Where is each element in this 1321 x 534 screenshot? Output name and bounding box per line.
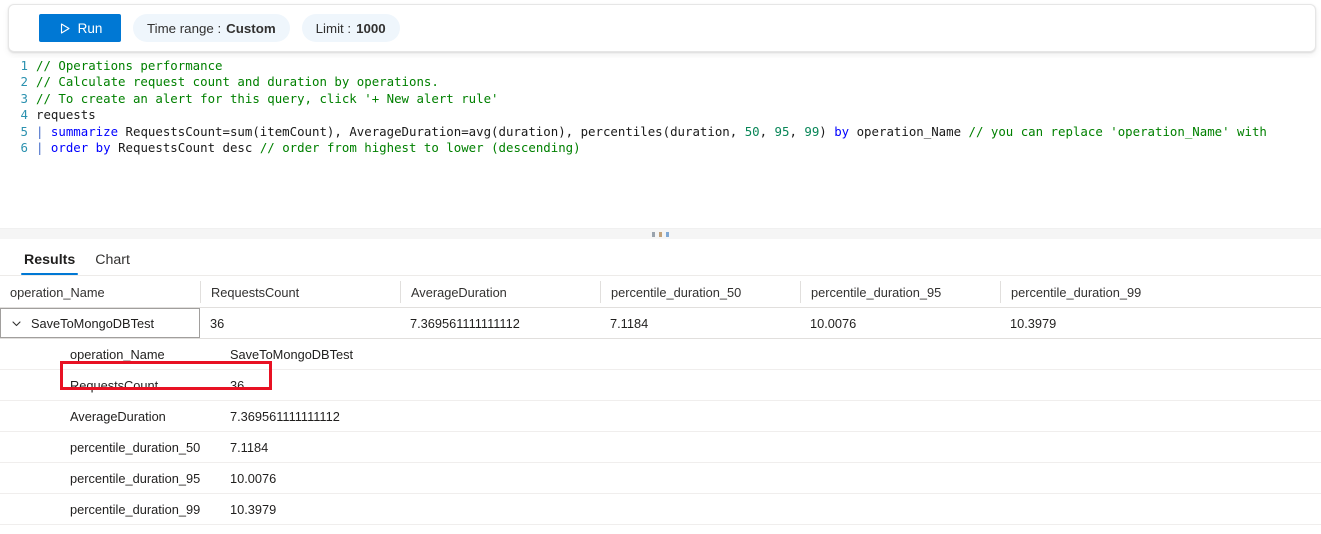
query-toolbar: Run Time range : Custom Limit : 1000 [8, 4, 1316, 52]
code-line: 3 // To create an alert for this query, c… [0, 91, 1321, 107]
column-header-RequestsCount[interactable]: RequestsCount [200, 281, 400, 303]
code-line: 1 // Operations performance [0, 58, 1321, 74]
code-text: | order by RequestsCount desc // order f… [36, 140, 581, 156]
detail-row: operation_Name SaveToMongoDBTest [0, 339, 1321, 370]
play-icon [58, 22, 71, 35]
line-number: 5 [20, 123, 28, 139]
grid-body: SaveToMongoDBTest 36 7.369561111111112 7.11… [0, 308, 1321, 525]
code-token: summarize [50, 123, 119, 139]
detail-row: RequestsCount 36 [0, 370, 1321, 401]
code-line: 5 | summarize RequestsCount=sum(itemCount… [0, 124, 1321, 140]
query-code-editor[interactable]: 1 // Operations performance 2 // Calculate … [0, 58, 1321, 218]
code-token: // Calculate request count and duration … [36, 74, 439, 90]
detail-key: percentile_duration_99 [70, 501, 201, 517]
detail-key: AverageDuration [70, 408, 166, 424]
detail-value: 7.1184 [230, 439, 269, 455]
panel-resize-handle[interactable] [0, 228, 1321, 239]
run-button[interactable]: Run [39, 14, 121, 42]
code-token: // Operations performance [36, 58, 223, 73]
code-token: // order from highest to lower (descendi… [259, 139, 581, 155]
code-token: // you can replace 'operation_Name' with [968, 123, 1267, 139]
limit-selector[interactable]: Limit : 1000 [301, 14, 400, 42]
detail-row: percentile_duration_95 10.0076 [0, 463, 1321, 494]
column-header-percentile_duration_95[interactable]: percentile_duration_95 [800, 281, 1000, 303]
column-header-AverageDuration[interactable]: AverageDuration [400, 281, 600, 303]
cell-percentile_duration_95[interactable]: 10.0076 [800, 308, 1000, 338]
line-number: 3 [20, 90, 28, 106]
code-token: , [789, 123, 805, 139]
cell-percentile_duration_99[interactable]: 10.3979 [1000, 308, 1200, 338]
detail-value: SaveToMongoDBTest [230, 346, 354, 362]
code-token: RequestsCount=sum(itemCount), AverageDur… [118, 123, 745, 139]
results-grid: operation_Name RequestsCount AverageDurati… [0, 277, 1321, 525]
code-line: 6 | order by RequestsCount desc // order … [0, 140, 1321, 156]
code-token: | [36, 123, 51, 139]
detail-key: percentile_duration_95 [70, 470, 201, 486]
code-line: 4 requests [0, 107, 1321, 123]
cell-AverageDuration[interactable]: 7.369561111111112 [400, 308, 600, 338]
line-number: 2 [20, 74, 28, 90]
code-token: by [834, 123, 850, 139]
line-number: 1 [20, 58, 28, 73]
detail-key: percentile_duration_50 [70, 439, 201, 455]
chevron-down-icon[interactable] [1, 318, 31, 329]
cell-operation_Name[interactable]: SaveToMongoDBTest [0, 308, 200, 338]
code-token: requests [36, 107, 96, 123]
time-range-value: Custom [226, 20, 276, 36]
column-header-percentile_duration_99[interactable]: percentile_duration_99 [1000, 281, 1200, 303]
code-token: ) [819, 123, 835, 139]
code-line: 2 // Calculate request count and duration… [0, 74, 1321, 90]
run-button-label: Run [77, 20, 103, 36]
detail-key: RequestsCount [70, 377, 159, 393]
code-text: // To create an alert for this query, cl… [36, 91, 499, 107]
code-token: 95 [774, 123, 790, 139]
code-token: operation_Name [849, 123, 969, 139]
table-row[interactable]: SaveToMongoDBTest 36 7.369561111111112 7.11… [0, 308, 1321, 339]
code-text: // Calculate request count and duration … [36, 74, 439, 90]
code-text: | summarize RequestsCount=sum(itemCount)… [36, 124, 1267, 140]
detail-value: 36 [230, 377, 245, 393]
tab-chart[interactable]: Chart [85, 252, 140, 275]
tab-results[interactable]: Results [14, 252, 85, 275]
cell-RequestsCount[interactable]: 36 [200, 308, 400, 338]
line-number: 4 [20, 107, 28, 123]
code-token: // To create an alert for this query, cl… [36, 90, 499, 106]
detail-row: percentile_duration_99 10.3979 [0, 494, 1321, 525]
code-token: | [36, 139, 51, 155]
code-token: , [759, 123, 775, 139]
detail-value: 10.3979 [230, 501, 277, 517]
column-header-operation_Name[interactable]: operation_Name [0, 281, 200, 303]
grip-dots-icon [652, 231, 669, 237]
time-range-selector[interactable]: Time range : Custom [133, 14, 290, 42]
column-header-percentile_duration_50[interactable]: percentile_duration_50 [600, 281, 800, 303]
code-text: // Operations performance [36, 58, 223, 74]
code-token: order by [50, 139, 111, 155]
code-token: RequestsCount desc [110, 139, 260, 155]
cell-text: SaveToMongoDBTest [31, 315, 155, 331]
detail-row: AverageDuration 7.369561111111112 [0, 401, 1321, 432]
code-token: 99 [804, 123, 820, 139]
detail-key: operation_Name [70, 346, 165, 362]
cell-percentile_duration_50[interactable]: 7.1184 [600, 308, 800, 338]
detail-value: 10.0076 [230, 470, 277, 486]
time-range-label: Time range : [147, 20, 222, 36]
limit-value: 1000 [356, 20, 386, 36]
detail-value: 7.369561111111112 [230, 408, 340, 424]
grid-header-row: operation_Name RequestsCount AverageDurati… [0, 277, 1321, 308]
results-tablist: Results Chart [0, 240, 1321, 276]
code-token: 50 [744, 123, 760, 139]
code-text: requests [36, 107, 96, 123]
detail-row: percentile_duration_50 7.1184 [0, 432, 1321, 463]
limit-label: Limit : [315, 20, 352, 36]
line-number: 6 [20, 139, 28, 155]
